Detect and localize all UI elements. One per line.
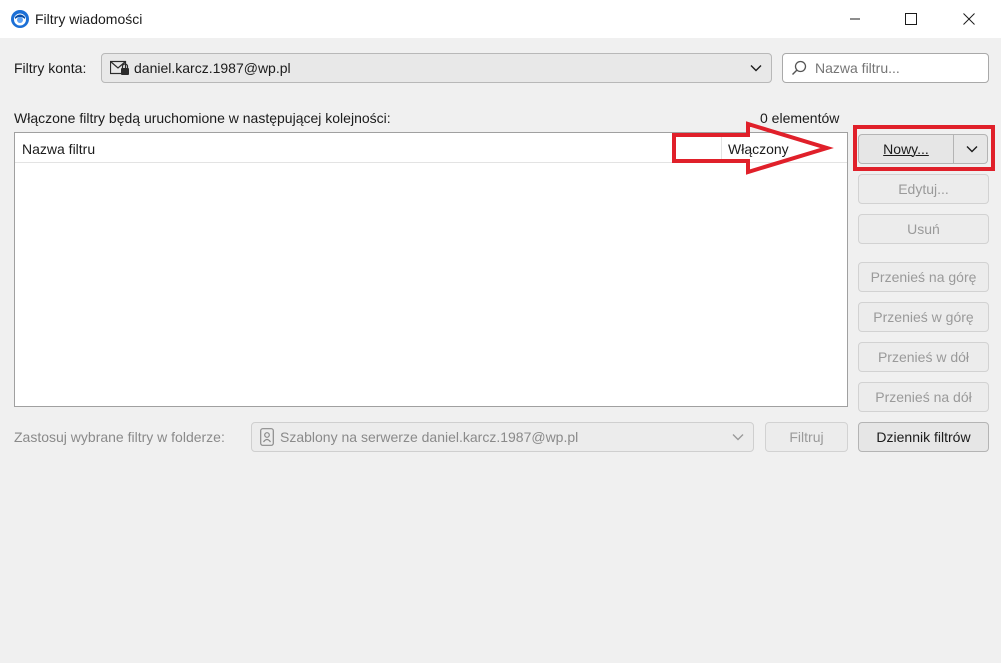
filter-log-button[interactable]: Dziennik filtrów: [858, 422, 989, 452]
filter-search-box[interactable]: [782, 53, 989, 83]
close-button[interactable]: [946, 0, 992, 38]
account-select[interactable]: daniel.karcz.1987@wp.pl: [101, 53, 772, 83]
maximize-icon: [905, 13, 917, 25]
run-filters-button[interactable]: Filtruj: [765, 422, 848, 452]
move-top-button[interactable]: Przenieś na górę: [858, 262, 989, 292]
folder-value: Szablony na serwerze daniel.karcz.1987@w…: [280, 429, 579, 445]
chevron-down-icon: [732, 434, 744, 441]
annotation-arrow-icon: [672, 121, 834, 175]
template-folder-icon: [260, 428, 274, 446]
window-title: Filtry wiadomości: [35, 11, 143, 27]
title-bar: Filtry wiadomości: [0, 0, 1001, 38]
delete-filter-button[interactable]: Usuń: [858, 214, 989, 244]
annotation-highlight-box: [853, 125, 995, 171]
minimize-icon: [850, 18, 860, 20]
thunderbird-logo-icon: [11, 10, 29, 28]
minimize-button[interactable]: [832, 0, 878, 38]
filter-order-label: Włączone filtry będą uruchomione w nastę…: [14, 110, 391, 126]
account-value: daniel.karcz.1987@wp.pl: [134, 60, 291, 76]
apply-filters-label: Zastosuj wybrane filtry w folderze:: [14, 429, 225, 445]
folder-select[interactable]: Szablony na serwerze daniel.karcz.1987@w…: [251, 422, 754, 452]
move-down-button[interactable]: Przenieś w dół: [858, 342, 989, 372]
search-icon: [792, 60, 807, 75]
column-filter-name[interactable]: Nazwa filtru: [22, 141, 95, 157]
maximize-button[interactable]: [888, 0, 934, 38]
edit-filter-button[interactable]: Edytuj...: [858, 174, 989, 204]
close-icon: [963, 13, 975, 25]
move-up-button[interactable]: Przenieś w górę: [858, 302, 989, 332]
move-bottom-button[interactable]: Przenieś na dół: [858, 382, 989, 412]
search-input[interactable]: [813, 59, 983, 77]
account-label: Filtry konta:: [14, 60, 87, 76]
chevron-down-icon: [750, 65, 762, 72]
mail-account-icon: [110, 60, 129, 75]
